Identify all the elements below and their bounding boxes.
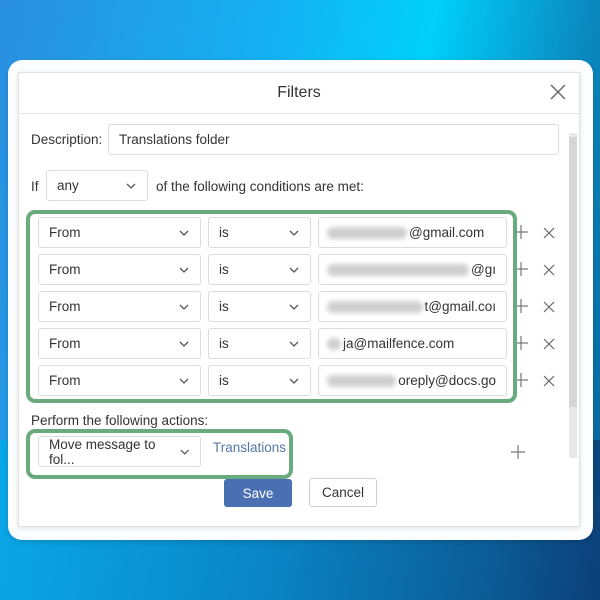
- condition-operator-select[interactable]: is: [208, 217, 311, 248]
- chevron-down-icon: [289, 304, 299, 310]
- match-type-select[interactable]: any: [46, 170, 148, 201]
- close-icon: [543, 264, 555, 276]
- chevron-down-icon: [289, 230, 299, 236]
- condition-operator-select[interactable]: is: [208, 254, 311, 285]
- add-condition-button[interactable]: [514, 299, 528, 313]
- scrollbar[interactable]: [568, 125, 578, 465]
- condition-field-value: From: [49, 299, 81, 314]
- close-button[interactable]: [549, 83, 567, 101]
- remove-condition-button[interactable]: [542, 374, 556, 388]
- condition-value-input[interactable]: @gı: [318, 254, 507, 285]
- condition-value-input[interactable]: ja@mailfence.com: [318, 328, 507, 359]
- add-action-button[interactable]: [511, 445, 525, 459]
- redacted-text: [327, 263, 470, 276]
- close-icon: [543, 338, 555, 350]
- conditions-suffix-label: of the following conditions are met:: [156, 179, 364, 194]
- condition-operator-select[interactable]: is: [208, 365, 311, 396]
- condition-value-text: @gı: [471, 262, 496, 277]
- chevron-down-icon: [289, 378, 299, 384]
- condition-value-text: t@gmail.coı: [424, 299, 496, 314]
- remove-condition-button[interactable]: [542, 263, 556, 277]
- add-condition-button[interactable]: [514, 373, 528, 387]
- action-target-folder-link[interactable]: Translations: [213, 440, 286, 455]
- condition-field-value: From: [49, 225, 81, 240]
- chevron-down-icon: [126, 183, 136, 189]
- match-type-value: any: [57, 178, 79, 193]
- condition-operator-value: is: [219, 225, 229, 240]
- description-label: Description:: [31, 132, 103, 147]
- add-condition-button[interactable]: [514, 336, 528, 350]
- chevron-down-icon: [289, 267, 299, 273]
- condition-operator-value: is: [219, 299, 229, 314]
- close-icon: [543, 227, 555, 239]
- remove-condition-button[interactable]: [542, 226, 556, 240]
- actions-label: Perform the following actions:: [31, 413, 209, 428]
- condition-field-select[interactable]: From: [38, 365, 201, 396]
- add-condition-button[interactable]: [514, 262, 528, 276]
- condition-operator-select[interactable]: is: [208, 328, 311, 359]
- condition-field-value: From: [49, 262, 81, 277]
- condition-value-text: ja@mailfence.com: [343, 336, 455, 351]
- plus-icon: [514, 299, 528, 313]
- close-icon: [550, 84, 566, 100]
- redacted-text: [327, 300, 423, 313]
- description-input[interactable]: Translations folder: [108, 124, 559, 155]
- redacted-text: [327, 337, 341, 350]
- chevron-down-icon: [179, 230, 189, 236]
- cancel-button[interactable]: Cancel: [309, 478, 377, 507]
- remove-condition-button[interactable]: [542, 337, 556, 351]
- chevron-down-icon: [179, 267, 189, 273]
- redacted-text: [327, 374, 397, 387]
- condition-value-text: oreply@docs.go: [398, 373, 496, 388]
- if-label: If: [31, 179, 39, 194]
- dialog-title: Filters: [277, 84, 321, 101]
- plus-icon: [514, 373, 528, 387]
- condition-value-input[interactable]: oreply@docs.go: [318, 365, 507, 396]
- filters-dialog: Filters Description: Translations folder…: [18, 72, 580, 527]
- plus-icon: [514, 336, 528, 350]
- dialog-header: Filters: [19, 73, 579, 114]
- condition-field-select[interactable]: From: [38, 291, 201, 322]
- condition-field-select[interactable]: From: [38, 217, 201, 248]
- plus-icon: [514, 225, 528, 239]
- condition-value-input[interactable]: @gmail.com: [318, 217, 507, 248]
- chevron-down-icon: [179, 378, 189, 384]
- plus-icon: [514, 262, 528, 276]
- condition-value-input[interactable]: t@gmail.coı: [318, 291, 507, 322]
- condition-field-select[interactable]: From: [38, 254, 201, 285]
- remove-condition-button[interactable]: [542, 300, 556, 314]
- action-type-select[interactable]: Move message to fol...: [38, 436, 201, 467]
- chevron-down-icon: [179, 304, 189, 310]
- chevron-down-icon: [179, 341, 189, 347]
- description-value: Translations folder: [119, 132, 230, 147]
- condition-field-value: From: [49, 336, 81, 351]
- dialog-body: Description: Translations folder If any …: [19, 115, 564, 527]
- condition-operator-value: is: [219, 373, 229, 388]
- chevron-down-icon: [289, 341, 299, 347]
- condition-operator-value: is: [219, 336, 229, 351]
- save-button[interactable]: Save: [224, 479, 292, 507]
- condition-field-select[interactable]: From: [38, 328, 201, 359]
- plus-icon: [511, 445, 525, 459]
- close-icon: [543, 301, 555, 313]
- condition-operator-select[interactable]: is: [208, 291, 311, 322]
- close-icon: [543, 375, 555, 387]
- condition-operator-value: is: [219, 262, 229, 277]
- scrollbar-thumb[interactable]: [569, 137, 577, 407]
- redacted-text: [327, 226, 407, 239]
- action-type-value: Move message to fol...: [49, 436, 156, 467]
- condition-value-text: @gmail.com: [409, 225, 485, 240]
- condition-field-value: From: [49, 373, 81, 388]
- add-condition-button[interactable]: [514, 225, 528, 239]
- chevron-down-icon: [180, 449, 189, 455]
